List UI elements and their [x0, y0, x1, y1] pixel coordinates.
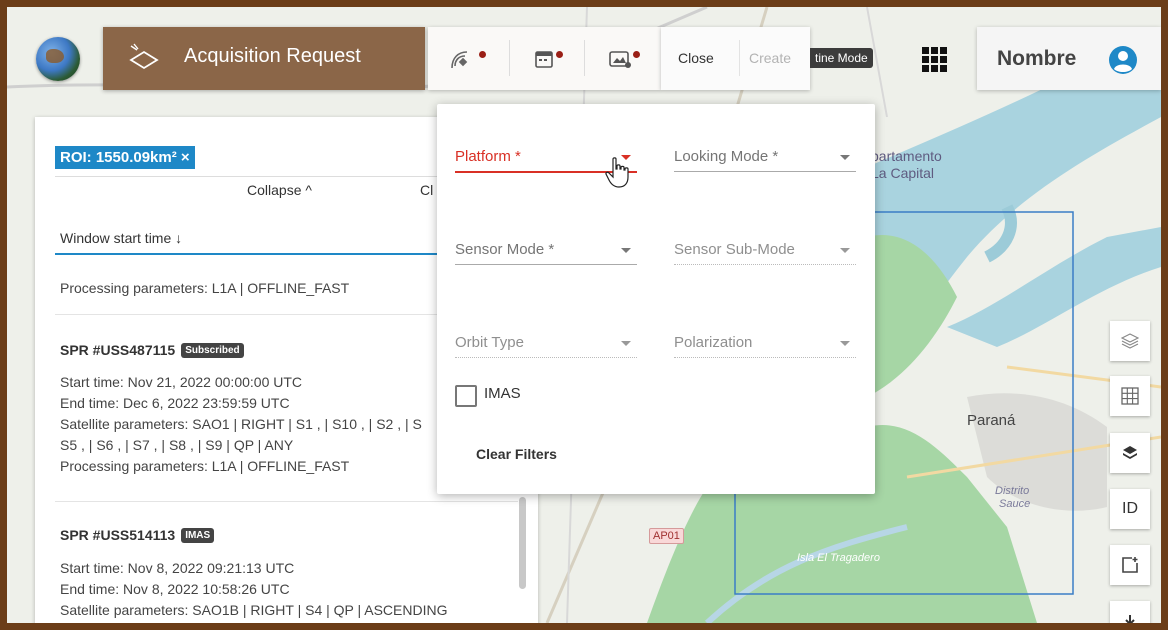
map-label-sauce: Sauce — [999, 498, 1031, 510]
polarization-label: Polarization — [674, 334, 753, 351]
start-time: Start time: Nov 8, 2022 09:21:13 UTC — [60, 560, 295, 576]
chevron-down-icon — [840, 248, 850, 253]
chevron-down-icon — [621, 248, 631, 253]
calendar-filter-button[interactable] — [510, 27, 580, 90]
close-create-group: Close Create — [661, 27, 810, 90]
globe-logo-button[interactable] — [36, 37, 80, 81]
acquisition-request-title: Acquisition Request — [184, 45, 361, 67]
user-menu[interactable]: Nombre — [977, 27, 1161, 90]
collapse-button[interactable]: Collapse ^ — [247, 182, 312, 198]
apps-grid-icon[interactable] — [920, 45, 950, 75]
sensor-mode-label: Sensor Mode * — [455, 241, 555, 258]
sort-window-start-time[interactable]: Window start time ↓ — [60, 230, 182, 246]
sensor-mode-select[interactable]: Sensor Mode * — [455, 237, 637, 277]
user-avatar-icon — [1109, 46, 1137, 74]
add-area-button[interactable] — [1110, 545, 1150, 585]
layers-outline-button[interactable] — [1110, 321, 1150, 361]
looking-mode-underline — [674, 171, 856, 172]
satellite-icon — [451, 50, 468, 68]
download-button[interactable] — [1110, 601, 1150, 623]
filter-popup: Platform * Looking Mode * Sensor Mode * … — [437, 104, 875, 494]
calendar-icon — [535, 50, 553, 68]
toolbar — [428, 27, 661, 90]
create-button[interactable]: Create — [749, 50, 791, 66]
image-settings-icon — [609, 50, 631, 68]
roi-chip[interactable]: ROI: 1550.09km² × — [55, 146, 195, 169]
orbit-type-select[interactable]: Orbit Type — [455, 330, 637, 370]
routine-mode-tag: tine Mode — [810, 48, 873, 68]
end-time: End time: Nov 8, 2022 10:58:26 UTC — [60, 581, 290, 597]
grid-overlay-button[interactable] — [1110, 376, 1150, 416]
hand-cursor-icon — [605, 157, 629, 188]
grid-icon — [1121, 387, 1139, 405]
map-label-departamento: partamento — [871, 148, 942, 164]
looking-mode-select[interactable]: Looking Mode * — [674, 144, 856, 184]
panel-scrollbar[interactable] — [519, 497, 526, 589]
chevron-down-icon — [840, 155, 850, 160]
satellite-alert-dot — [479, 51, 486, 58]
map-label-distrito: Distrito — [995, 485, 1030, 497]
satellite-params-cont: S5 , | S6 , | S7 , | S8 , | S9 | QP | AN… — [60, 437, 294, 453]
image-settings-button[interactable] — [586, 27, 656, 90]
satellite-diamond-icon — [129, 43, 159, 70]
sensor-mode-underline — [455, 264, 637, 265]
image-alert-dot — [633, 51, 640, 58]
start-time: Start time: Nov 21, 2022 00:00:00 UTC — [60, 374, 303, 390]
imas-checkbox-label: IMAS — [484, 385, 521, 402]
sensor-sub-mode-label: Sensor Sub-Mode — [674, 241, 795, 258]
looking-mode-label: Looking Mode * — [674, 148, 779, 165]
id-button-label: ID — [1122, 500, 1138, 517]
request-id[interactable]: SPR #USS514113 IMAS — [60, 527, 215, 543]
close-button[interactable]: Close — [678, 50, 714, 66]
imas-checkbox[interactable] — [455, 385, 477, 407]
platform-label: Platform * — [455, 148, 521, 165]
orbit-type-label: Orbit Type — [455, 334, 524, 351]
acquisition-request-header[interactable]: Acquisition Request — [103, 27, 425, 90]
orbit-type-underline — [455, 357, 637, 359]
processing-params: Processing parameters: L1A | OFFLINE_FAS… — [60, 280, 350, 296]
sensor-sub-mode-select[interactable]: Sensor Sub-Mode — [674, 237, 856, 277]
toolbar-divider — [584, 40, 585, 76]
close-create-divider — [739, 40, 740, 76]
clear-filters-button[interactable]: Clear Filters — [476, 446, 557, 462]
app-frame: partamento La Capital Paraná Distrito Sa… — [0, 0, 1168, 630]
end-time: End time: Dec 6, 2022 23:59:59 UTC — [60, 395, 290, 411]
map-label-parana: Paraná — [967, 412, 1016, 429]
satellite-params: Satellite parameters: SAO1 | RIGHT | S1 … — [60, 416, 422, 432]
add-area-icon — [1122, 557, 1138, 573]
user-name: Nombre — [997, 47, 1077, 70]
chevron-down-icon — [621, 341, 631, 346]
imas-badge: IMAS — [181, 528, 215, 543]
map-route-badge: AP01 — [649, 528, 684, 544]
chevron-down-icon — [840, 341, 850, 346]
calendar-alert-dot — [556, 51, 563, 58]
layers-icon — [1123, 446, 1137, 459]
layers-outline-icon — [1121, 333, 1139, 349]
polarization-underline — [674, 357, 856, 359]
id-button[interactable]: ID — [1110, 489, 1150, 529]
processing-params: Processing parameters: L1A | OFFLINE_FAS… — [60, 458, 350, 474]
status-badge: Subscribed — [181, 343, 244, 358]
sensor-sub-mode-underline — [674, 264, 856, 266]
request-id-text: SPR #USS487115 — [60, 342, 176, 358]
map-label-la-capital: La Capital — [871, 165, 935, 181]
layers-button[interactable] — [1110, 433, 1150, 473]
polarization-select[interactable]: Polarization — [674, 330, 856, 370]
map-label-isla: Isla El Tragadero — [797, 552, 880, 564]
download-icon — [1125, 615, 1135, 623]
satellite-filter-button[interactable] — [428, 27, 498, 90]
satellite-params: Satellite parameters: SAO1B | RIGHT | S4… — [60, 602, 448, 618]
request-id[interactable]: SPR #USS487115 Subscribed — [60, 342, 244, 358]
request-id-text: SPR #USS514113 — [60, 527, 176, 543]
list-divider — [55, 501, 518, 502]
clipped-button[interactable]: Cl — [420, 182, 433, 198]
